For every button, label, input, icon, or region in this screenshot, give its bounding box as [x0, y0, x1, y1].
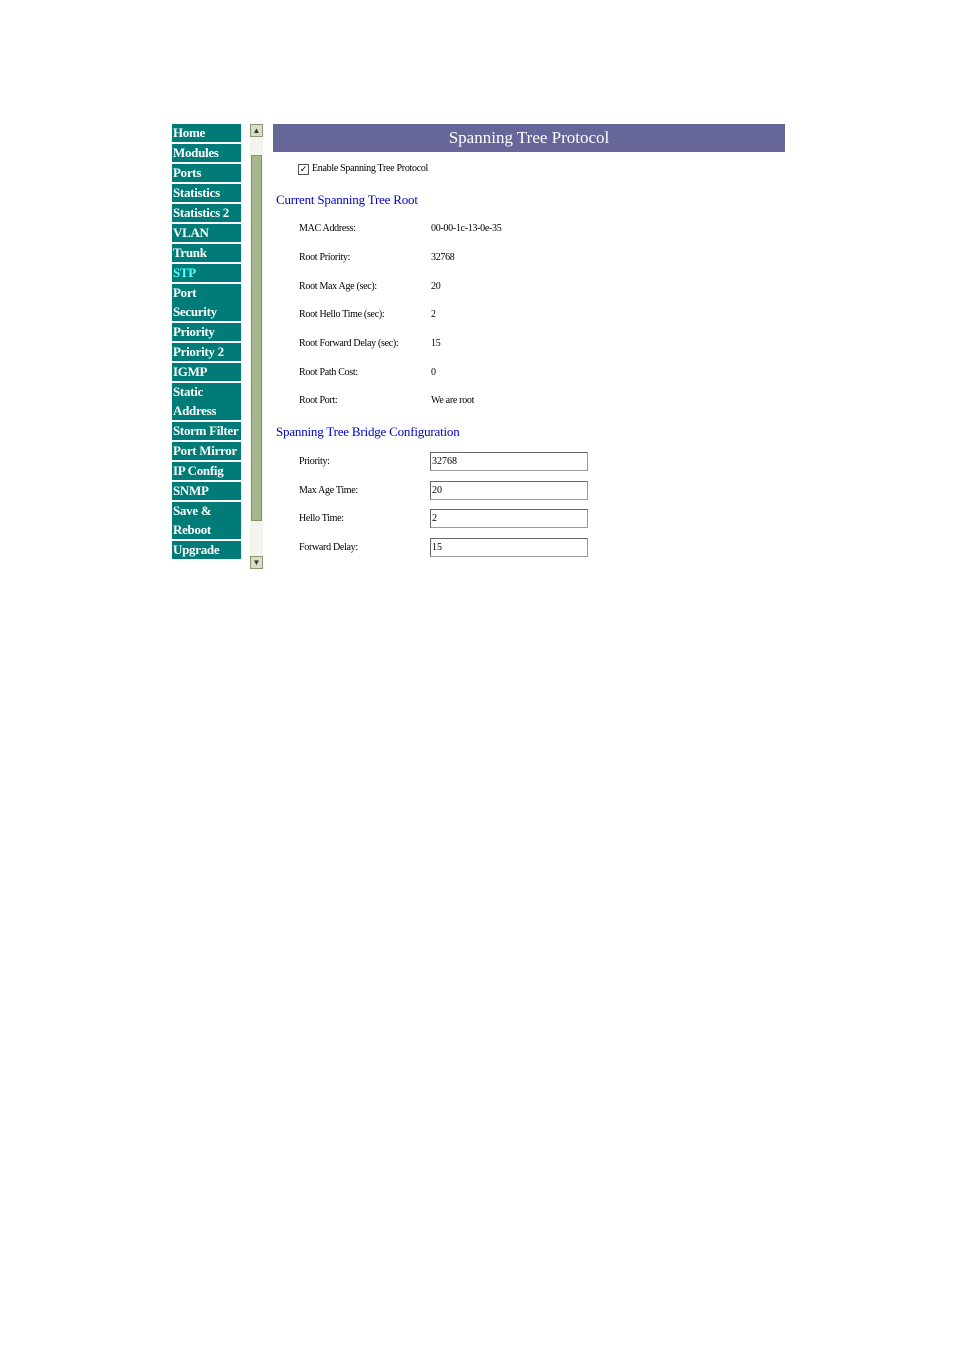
- row-label: MAC Address:: [299, 223, 356, 234]
- row-label: Root Priority:: [299, 252, 351, 263]
- scroll-up-icon[interactable]: ▲: [250, 124, 263, 137]
- nav-ip-config[interactable]: IP Config: [172, 462, 241, 480]
- sidebar-nav: Home Modules Ports Statistics Statistics…: [172, 124, 241, 569]
- hello-time-input[interactable]: [430, 509, 588, 528]
- max-age-input[interactable]: [430, 481, 588, 500]
- nav-port-security[interactable]: Port Security: [172, 284, 241, 321]
- row-value: 20: [431, 281, 441, 292]
- row-value: 0: [431, 367, 436, 378]
- row-label: Root Port:: [299, 395, 338, 406]
- row-label: Root Max Age (sec):: [299, 281, 377, 292]
- nav-upgrade[interactable]: Upgrade: [172, 541, 241, 559]
- hello-time-label: Hello Time:: [299, 513, 344, 524]
- row-value: We are root: [431, 395, 475, 406]
- page-title: Spanning Tree Protocol: [273, 124, 785, 152]
- nav-snmp[interactable]: SNMP: [172, 482, 241, 500]
- nav-port-mirror[interactable]: Port Mirror: [172, 442, 241, 460]
- row-label: Root Hello Time (sec):: [299, 309, 385, 320]
- nav-home[interactable]: Home: [172, 124, 241, 142]
- bridge-section-title: Spanning Tree Bridge Configuration: [276, 424, 460, 439]
- row-value: 2: [431, 309, 436, 320]
- nav-trunk[interactable]: Trunk: [172, 244, 241, 262]
- nav-vlan[interactable]: VLAN: [172, 224, 241, 242]
- nav-statistics[interactable]: Statistics: [172, 184, 241, 202]
- row-label: Root Path Cost:: [299, 367, 358, 378]
- nav-igmp[interactable]: IGMP: [172, 363, 241, 381]
- nav-statistics-2[interactable]: Statistics 2: [172, 204, 241, 222]
- scrollbar-thumb[interactable]: [251, 155, 262, 521]
- forward-delay-label: Forward Delay:: [299, 542, 358, 553]
- enable-stp-checkbox[interactable]: ✓: [298, 164, 309, 175]
- nav-storm-filter[interactable]: Storm Filter: [172, 422, 241, 440]
- nav-priority[interactable]: Priority: [172, 323, 241, 341]
- row-value: 32768: [431, 252, 455, 263]
- enable-stp-label: Enable Spanning Tree Protocol: [312, 163, 429, 174]
- nav-modules[interactable]: Modules: [172, 144, 241, 162]
- scroll-down-icon[interactable]: ▼: [250, 556, 263, 569]
- row-label: Root Forward Delay (sec):: [299, 338, 399, 349]
- priority-input[interactable]: [430, 452, 588, 471]
- priority-label: Priority:: [299, 456, 330, 467]
- nav-scrollbar[interactable]: ▲ ▼: [250, 124, 263, 569]
- nav-priority-2[interactable]: Priority 2: [172, 343, 241, 361]
- root-section-title: Current Spanning Tree Root: [276, 192, 418, 207]
- row-value: 15: [431, 338, 441, 349]
- forward-delay-input[interactable]: [430, 538, 588, 557]
- max-age-label: Max Age Time:: [299, 485, 358, 496]
- nav-stp[interactable]: STP: [172, 264, 241, 282]
- row-value: 00-00-1c-13-0e-35: [431, 223, 502, 234]
- nav-ports[interactable]: Ports: [172, 164, 241, 182]
- nav-save-reboot[interactable]: Save & Reboot: [172, 502, 241, 539]
- nav-static-address[interactable]: Static Address: [172, 383, 241, 420]
